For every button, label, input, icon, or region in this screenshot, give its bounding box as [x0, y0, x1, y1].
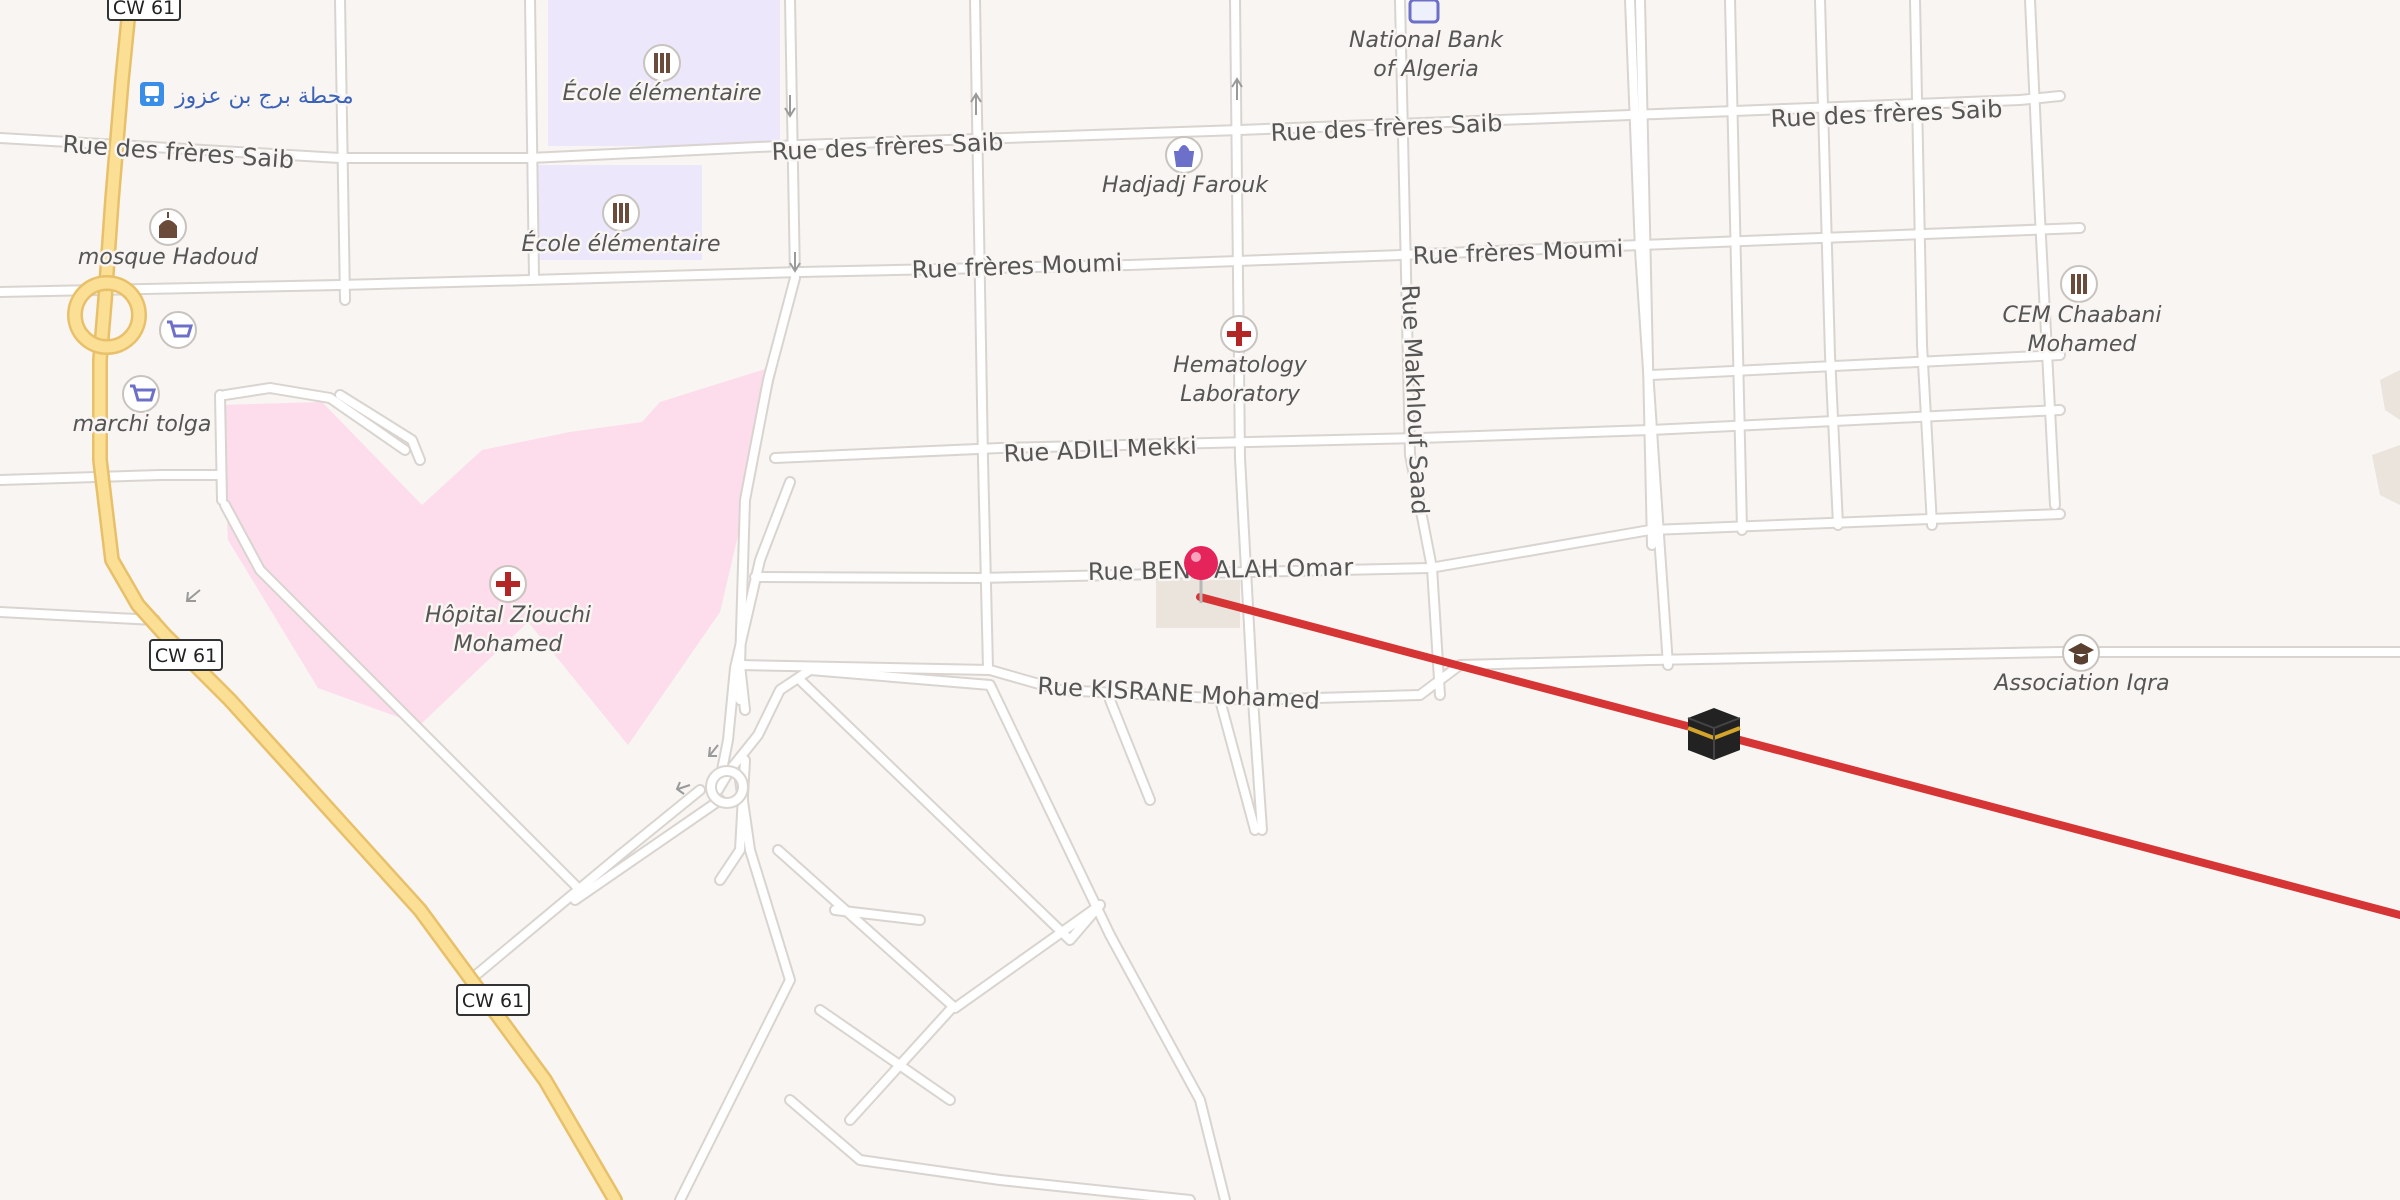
- poi-label: Mohamed: [2028, 332, 2138, 357]
- bank-icon: [1408, 0, 1440, 24]
- bus-stop-label: محطة برج بن عزوز: [174, 84, 354, 109]
- poi-label: marchi tolga: [73, 412, 212, 437]
- poi-label: Hematology: [1173, 353, 1308, 378]
- road-shield-label: CW 61: [113, 0, 175, 19]
- poi-label: Mohamed: [454, 632, 564, 657]
- kaaba-icon: [1687, 708, 1741, 760]
- poi-label: National Bank: [1349, 28, 1504, 53]
- map-canvas[interactable]: CW 61 CW 61 CW 61 محطة برج بن عزوز Rue d…: [0, 0, 2400, 1200]
- bus-stop-icon: [140, 82, 164, 106]
- poi-label: Association Iqra: [1992, 671, 2169, 696]
- poi-label: Hôpital Ziouchi: [425, 603, 591, 628]
- road-shield: CW 61: [456, 984, 530, 1016]
- poi-label: Laboratory: [1180, 382, 1301, 407]
- poi-label: CEM Chaabani: [2002, 303, 2161, 328]
- poi-label: of Algeria: [1373, 57, 1479, 82]
- poi-label: mosque Hadoud: [78, 245, 259, 270]
- school-icon: [654, 53, 670, 73]
- poi-label: École élémentaire: [563, 80, 762, 106]
- poi-label: École élémentaire: [522, 231, 721, 257]
- road-shield-label: CW 61: [462, 990, 524, 1012]
- poi-label: Hadjadj Farouk: [1102, 173, 1269, 198]
- road-shield-label: CW 61: [155, 645, 217, 667]
- poi-cart-1[interactable]: [159, 311, 197, 349]
- school-icon: [2071, 274, 2087, 294]
- road-shield: CW 61: [149, 639, 223, 671]
- school-icon: [613, 203, 629, 223]
- street-label: Rue BEN SALAH Omar: [1088, 553, 1354, 586]
- road-shield: CW 61: [107, 0, 181, 21]
